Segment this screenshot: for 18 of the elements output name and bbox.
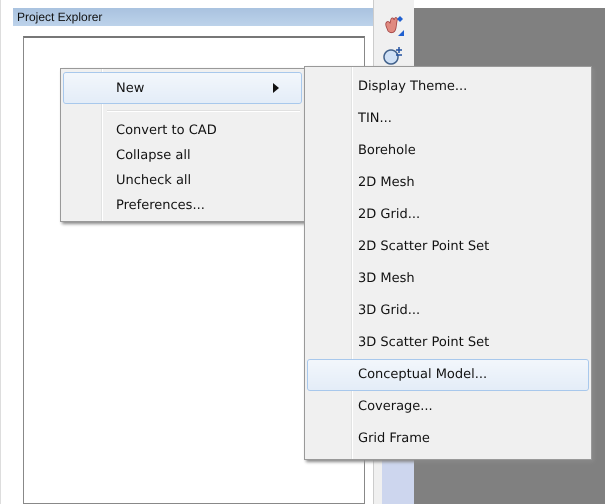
menu-item[interactable]: Borehole <box>307 135 589 167</box>
menu-item[interactable]: 2D Scatter Point Set <box>307 231 589 263</box>
menu-item[interactable]: Convert to CAD <box>63 118 302 143</box>
menu-item[interactable]: 2D Mesh <box>307 167 589 199</box>
menu-item[interactable]: Grid Frame <box>307 423 589 455</box>
menu-item[interactable]: 3D Grid... <box>307 295 589 327</box>
menu-item[interactable]: New <box>63 72 302 104</box>
menu-item[interactable]: TIN... <box>307 103 589 135</box>
menu-item[interactable]: 3D Scatter Point Set <box>307 327 589 359</box>
menu-item[interactable]: Display Theme... <box>307 71 589 103</box>
panel-title: Project Explorer <box>13 8 374 26</box>
menu-item[interactable]: Conceptual Model... <box>307 359 589 391</box>
menu-item[interactable]: Uncheck all <box>63 168 302 193</box>
menu-item[interactable]: 2D Grid... <box>307 199 589 231</box>
menu-item[interactable]: Preferences... <box>63 193 302 218</box>
menu-item[interactable]: 3D Mesh <box>307 263 589 295</box>
menu-item[interactable]: Coverage... <box>307 391 589 423</box>
menu-item[interactable]: Collapse all <box>63 143 302 168</box>
